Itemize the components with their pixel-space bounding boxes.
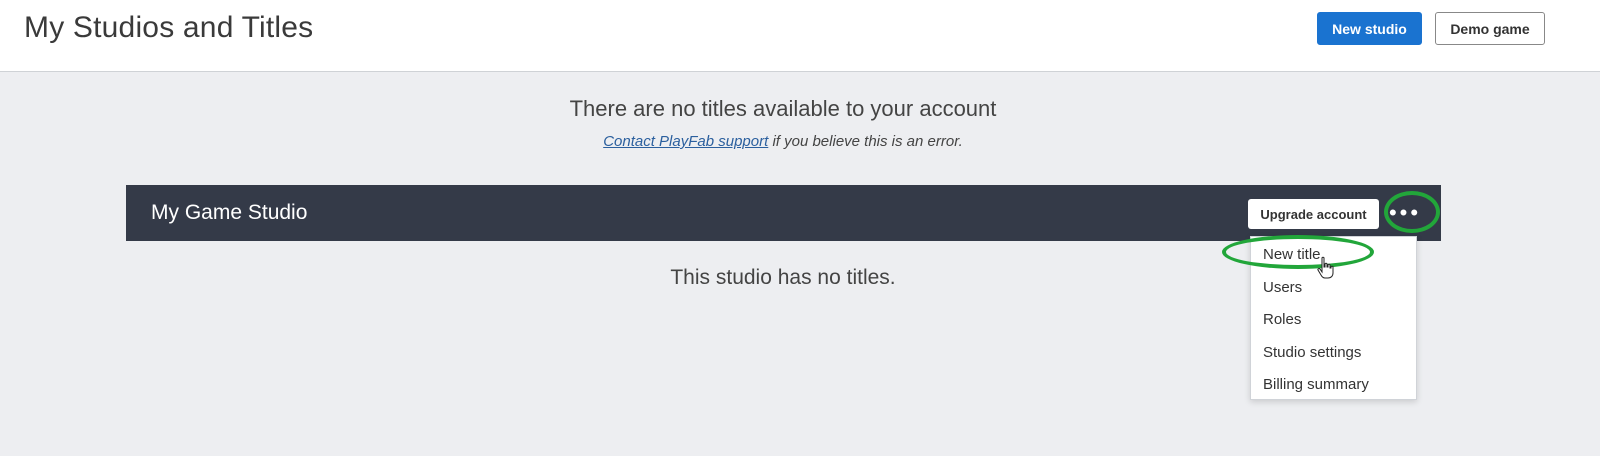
menu-item-studio-settings[interactable]: Studio settings: [1251, 337, 1416, 370]
menu-item-new-title[interactable]: New title: [1251, 239, 1416, 272]
support-notice: Contact PlayFab support if you believe t…: [0, 133, 1566, 150]
new-studio-button[interactable]: New studio: [1317, 12, 1422, 45]
menu-item-billing-summary[interactable]: Billing summary: [1251, 369, 1416, 402]
menu-item-users[interactable]: Users: [1251, 272, 1416, 305]
page-title: My Studios and Titles: [24, 11, 314, 44]
contact-support-link[interactable]: Contact PlayFab support: [603, 133, 768, 150]
studio-name: My Game Studio: [151, 201, 308, 224]
no-titles-notice: There are no titles available to your ac…: [569, 96, 997, 121]
upgrade-account-button[interactable]: Upgrade account: [1248, 199, 1379, 229]
menu-item-roles[interactable]: Roles: [1251, 304, 1416, 337]
more-options-button[interactable]: •••: [1387, 197, 1423, 229]
demo-game-button[interactable]: Demo game: [1435, 12, 1545, 45]
studio-header-bar: My Game Studio Upgrade account •••: [126, 185, 1441, 241]
top-header: My Studios and Titles New studio Demo ga…: [0, 0, 1600, 72]
studio-options-menu: New title Users Roles Studio settings Bi…: [1250, 236, 1417, 400]
support-notice-suffix: if you believe this is an error.: [768, 133, 963, 150]
